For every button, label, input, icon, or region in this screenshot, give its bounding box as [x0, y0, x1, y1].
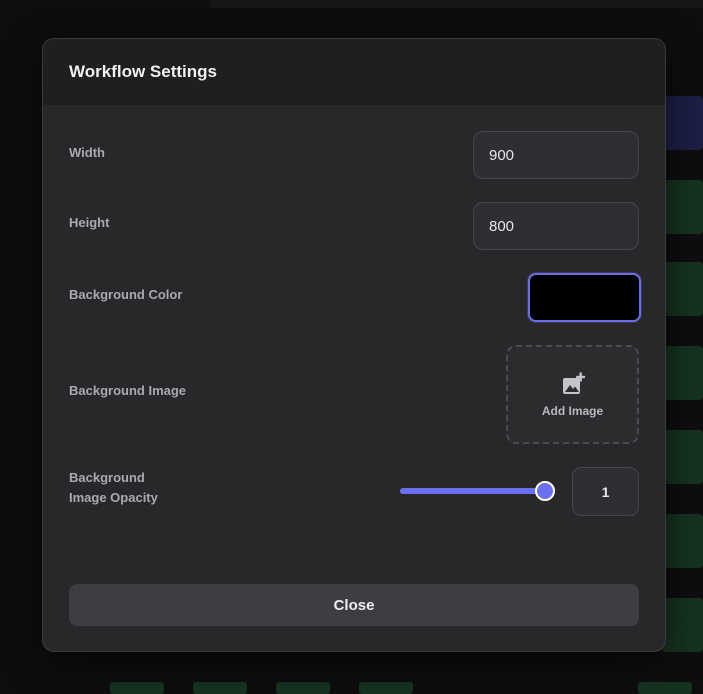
opacity-slider[interactable] — [400, 481, 555, 501]
modal-header: Workflow Settings — [43, 39, 665, 105]
opacity-slider-fill — [400, 488, 545, 494]
add-image-button[interactable]: Add Image — [506, 345, 639, 444]
height-label: Height — [69, 215, 110, 230]
workflow-settings-modal: Workflow Settings Width 900 Height 800 B… — [42, 38, 666, 652]
background-node — [193, 682, 247, 694]
modal-title: Workflow Settings — [69, 62, 217, 81]
opacity-label-line2: Image Opacity — [69, 490, 158, 505]
width-label: Width — [69, 145, 105, 160]
background-node — [662, 430, 703, 484]
background-node — [662, 96, 703, 150]
close-button[interactable]: Close — [69, 584, 639, 626]
opacity-slider-thumb[interactable] — [535, 481, 555, 501]
background-color-label: Background Color — [69, 287, 183, 302]
background-node — [359, 682, 413, 694]
background-node — [662, 514, 703, 568]
background-node — [662, 346, 703, 400]
background-topbar — [210, 0, 703, 8]
background-color-picker[interactable] — [528, 273, 641, 322]
background-node — [662, 262, 703, 316]
opacity-value-input[interactable]: 1 — [572, 467, 639, 516]
background-node — [662, 180, 703, 234]
background-node — [276, 682, 330, 694]
background-image-label: Background Image — [69, 383, 187, 398]
add-image-label: Add Image — [541, 403, 604, 418]
opacity-label-line1: Background — [69, 470, 145, 485]
height-input[interactable]: 800 — [473, 202, 639, 250]
width-input[interactable]: 900 — [473, 131, 639, 179]
add-photo-icon — [562, 372, 585, 394]
background-node — [110, 682, 164, 694]
background-node — [638, 682, 692, 694]
background-node — [662, 598, 703, 652]
